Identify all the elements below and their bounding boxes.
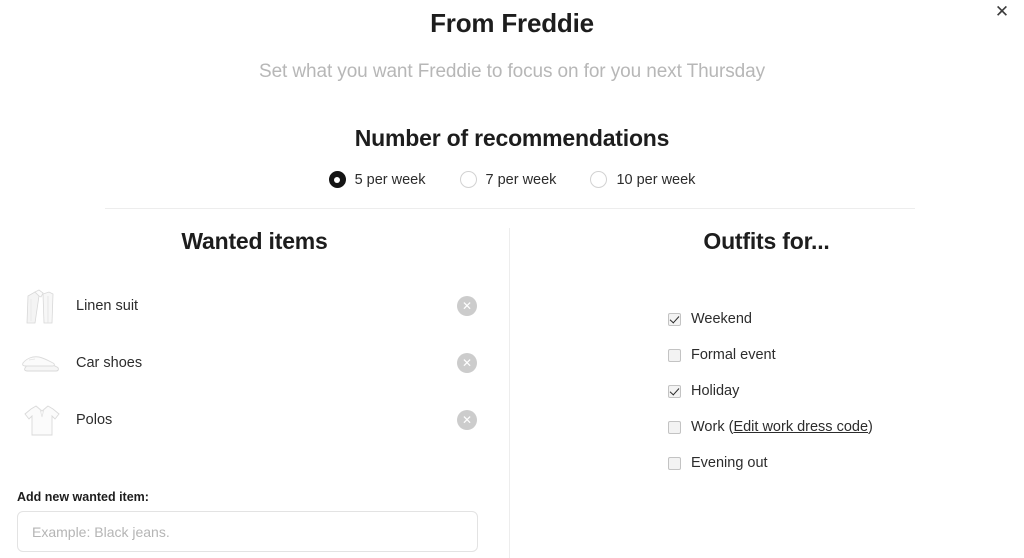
remove-item-button[interactable]: ✕ [457, 352, 477, 373]
close-icon[interactable]: ✕ [990, 0, 1014, 24]
radio-indicator-icon [459, 171, 477, 188]
wanted-items-column: Wanted items Linen suit ✕ Car shoes ✕ Po… [0, 228, 509, 552]
checkbox-label: Work ( [691, 419, 734, 435]
remove-item-button[interactable]: ✕ [457, 409, 477, 430]
list-item-label: Polos [76, 411, 113, 428]
edit-work-dress-code-link[interactable]: Edit work dress code [733, 419, 868, 435]
checkbox-option-weekend[interactable]: Weekend [668, 301, 1024, 337]
outfits-for-column: Outfits for... Weekend Formal event Holi… [509, 228, 1024, 481]
radio-indicator-icon [590, 171, 608, 188]
radio-option-7-per-week[interactable]: 7 per week [459, 171, 557, 188]
checkbox-option-formal-event[interactable]: Formal event [668, 337, 1024, 373]
add-wanted-item-input[interactable] [17, 511, 478, 552]
list-item[interactable]: Linen suit ✕ [0, 277, 509, 334]
checkbox-icon [668, 420, 681, 434]
list-item[interactable]: Polos ✕ [0, 391, 509, 448]
checkbox-label: Weekend [691, 311, 752, 327]
checkbox-label: Formal event [691, 347, 776, 363]
checkbox-icon [668, 312, 681, 326]
polo-shirt-thumbnail-icon [18, 396, 66, 444]
recommendations-radio-group: 5 per week 7 per week 10 per week [0, 171, 1024, 188]
checkbox-icon [668, 456, 681, 470]
car-shoes-thumbnail-icon [18, 339, 66, 387]
checkbox-label: Evening out [691, 455, 768, 471]
remove-item-button[interactable]: ✕ [457, 295, 477, 316]
linen-suit-thumbnail-icon [18, 282, 66, 330]
list-item-label: Linen suit [76, 297, 139, 314]
checkbox-icon [668, 348, 681, 362]
list-item[interactable]: Car shoes ✕ [0, 334, 509, 391]
wanted-items-heading: Wanted items [181, 228, 328, 254]
checkbox-option-holiday[interactable]: Holiday [668, 373, 1024, 409]
add-item-label: Add new wanted item: [17, 490, 149, 504]
outfits-checkbox-group: Weekend Formal event Holiday Work (Edit … [509, 301, 1024, 481]
checkbox-option-work[interactable]: Work (Edit work dress code) [668, 409, 1024, 445]
checkbox-icon [668, 384, 681, 398]
outfits-for-heading: Outfits for... [703, 228, 830, 254]
checkbox-label-group: Work (Edit work dress code) [691, 419, 873, 435]
radio-indicator-icon [328, 171, 346, 188]
radio-option-10-per-week[interactable]: 10 per week [590, 171, 695, 188]
radio-option-5-per-week[interactable]: 5 per week [328, 171, 426, 188]
radio-label: 5 per week [354, 171, 426, 188]
horizontal-divider [105, 208, 915, 209]
list-item-label: Car shoes [76, 354, 143, 371]
radio-label: 10 per week [616, 171, 696, 188]
wanted-items-list: Linen suit ✕ Car shoes ✕ Polos ✕ [0, 277, 509, 448]
checkbox-label: Holiday [691, 383, 740, 399]
recommendations-heading: Number of recommendations [354, 125, 670, 151]
page-title: From Freddie [430, 8, 594, 38]
checkbox-label-suffix: ) [868, 419, 873, 435]
columns-container: Wanted items Linen suit ✕ Car shoes ✕ Po… [0, 228, 1024, 552]
from-freddie-modal: ✕ From Freddie Set what you want Freddie… [0, 0, 1024, 558]
checkbox-option-evening-out[interactable]: Evening out [668, 445, 1024, 481]
radio-label: 7 per week [485, 171, 557, 188]
page-subtitle: Set what you want Freddie to focus on fo… [259, 61, 765, 82]
